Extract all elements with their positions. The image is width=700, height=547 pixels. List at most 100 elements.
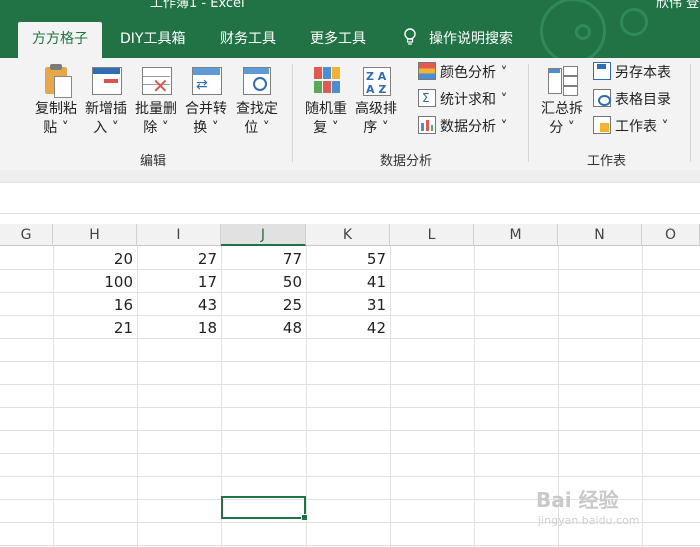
column-header-o[interactable]: O xyxy=(642,224,700,246)
account-name[interactable]: 欣伟 登 xyxy=(656,0,699,11)
cell-i2[interactable]: 17 xyxy=(137,271,221,293)
save-sheet-label: 另存本表 xyxy=(615,65,671,81)
merge-convert-label: 合并转 换 ˅ xyxy=(185,101,227,136)
watermark-logo: Bai 经验 xyxy=(536,488,619,512)
tab-diy-toolbox[interactable]: DIY工具箱 xyxy=(120,26,185,58)
cell-j4[interactable]: 48 xyxy=(221,317,306,339)
insert-label: 新增插 入 ˅ xyxy=(85,101,127,136)
insert-rows-icon xyxy=(90,64,122,96)
grid-line xyxy=(0,476,700,477)
group-separator xyxy=(690,64,691,162)
cell-j3[interactable]: 25 xyxy=(221,294,306,316)
color-analysis-label: 颜色分析 ˅ xyxy=(440,65,508,81)
grid-line xyxy=(0,384,700,385)
ribbon: 复制粘 贴 ˅ 新增插 入 ˅ ✕ 批量删 除 ˅ ⇄ 合并转 换 ˅ 查找定 … xyxy=(0,58,700,171)
advanced-sort-button[interactable]: Z A A Z 高级排 序 ˅ xyxy=(352,64,400,138)
lightbulb-icon xyxy=(404,28,416,45)
random-icon xyxy=(310,64,342,96)
advanced-sort-label: 高级排 序 ˅ xyxy=(355,101,397,136)
summary-split-button[interactable]: 汇总拆 分 ˅ xyxy=(538,64,586,138)
data-analysis-button[interactable]: 数据分析 ˅ xyxy=(418,116,507,138)
random-repeat-button[interactable]: 随机重 复 ˅ xyxy=(302,64,350,138)
cell-k3[interactable]: 31 xyxy=(306,294,390,316)
tell-me-search[interactable]: 操作说明搜索 xyxy=(403,26,513,58)
grid-line xyxy=(0,361,700,362)
grid-line xyxy=(0,545,700,546)
delete-rows-icon: ✕ xyxy=(140,64,172,96)
column-header-h[interactable]: H xyxy=(53,224,137,246)
clipboard-icon xyxy=(40,64,72,98)
random-repeat-label: 随机重 复 ˅ xyxy=(305,101,347,136)
cell-i4[interactable]: 18 xyxy=(137,317,221,339)
find-locate-button[interactable]: 查找定 位 ˅ xyxy=(233,64,281,138)
cell-h2[interactable]: 100 xyxy=(53,271,137,293)
sum-label: 统计求和 ˅ xyxy=(440,92,508,108)
window-title: 工作簿1 - Excel xyxy=(150,0,245,11)
insert-button[interactable]: 新增插 入 ˅ xyxy=(82,64,130,138)
decorative-circle xyxy=(620,8,648,36)
grid-line xyxy=(0,430,700,431)
group-label-worksheet: 工作表 xyxy=(587,154,627,169)
column-header-n[interactable]: N xyxy=(558,224,642,246)
find-locate-label: 查找定 位 ˅ xyxy=(236,101,278,136)
sum-button[interactable]: Σ 统计求和 ˅ xyxy=(418,89,507,111)
table-directory-button[interactable]: 表格目录 xyxy=(593,89,671,111)
copy-paste-label: 复制粘 贴 ˅ xyxy=(35,101,77,136)
active-cell[interactable] xyxy=(221,496,308,521)
sum-icon: Σ xyxy=(418,89,436,107)
worksheet-button[interactable]: 工作表 ˅ xyxy=(593,116,668,138)
decorative-circle xyxy=(540,0,606,64)
batch-delete-button[interactable]: ✕ 批量删 除 ˅ xyxy=(132,64,180,138)
column-header-l[interactable]: L xyxy=(390,224,474,246)
merge-convert-icon: ⇄ xyxy=(190,64,222,96)
ribbon-gap xyxy=(0,170,700,182)
color-analysis-button[interactable]: 颜色分析 ˅ xyxy=(418,62,507,84)
column-header-m[interactable]: M xyxy=(474,224,558,246)
table-directory-icon xyxy=(593,89,611,107)
worksheet-label: 工作表 ˅ xyxy=(615,119,669,135)
copy-paste-button[interactable]: 复制粘 贴 ˅ xyxy=(32,64,80,138)
grid-line xyxy=(0,407,700,408)
cell-h4[interactable]: 21 xyxy=(53,317,137,339)
cell-j2[interactable]: 50 xyxy=(221,271,306,293)
find-locate-icon xyxy=(241,64,273,96)
cell-h3[interactable]: 16 xyxy=(53,294,137,316)
column-header-k[interactable]: K xyxy=(306,224,390,246)
cell-h1[interactable]: 20 xyxy=(53,248,137,270)
group-label-edit: 编辑 xyxy=(140,154,167,169)
cell-i3[interactable]: 43 xyxy=(137,294,221,316)
worksheet-icon xyxy=(593,116,611,134)
grid-line xyxy=(0,453,700,454)
data-analysis-label: 数据分析 ˅ xyxy=(440,119,508,135)
tab-fangfang[interactable]: 方方格子 xyxy=(18,22,102,58)
cell-i1[interactable]: 27 xyxy=(137,248,221,270)
sort-az-icon: Z A A Z xyxy=(360,64,392,96)
cell-j1[interactable]: 77 xyxy=(221,248,306,270)
tab-more-tools[interactable]: 更多工具 xyxy=(310,26,366,58)
ribbon-tab-bar: 方方格子 DIY工具箱 财务工具 更多工具 操作说明搜索 xyxy=(0,0,700,64)
fill-handle[interactable] xyxy=(301,514,308,521)
save-sheet-icon xyxy=(593,62,611,80)
tell-me-label: 操作说明搜索 xyxy=(429,31,513,47)
group-separator xyxy=(292,64,293,162)
save-sheet-button[interactable]: 另存本表 xyxy=(593,62,671,84)
column-header-j[interactable]: J xyxy=(221,224,306,246)
cell-k4[interactable]: 42 xyxy=(306,317,390,339)
column-header-i[interactable]: I xyxy=(137,224,221,246)
decorative-circle xyxy=(575,24,591,40)
table-directory-label: 表格目录 xyxy=(615,92,671,108)
summary-split-icon xyxy=(546,64,578,96)
watermark-url: jingyan.baidu.com xyxy=(538,514,640,527)
summary-split-label: 汇总拆 分 ˅ xyxy=(541,101,583,136)
color-analysis-icon xyxy=(418,62,436,80)
group-label-data-analysis: 数据分析 xyxy=(380,154,433,169)
data-analysis-icon xyxy=(418,116,436,134)
merge-convert-button[interactable]: ⇄ 合并转 换 ˅ xyxy=(182,64,230,138)
formula-bar[interactable] xyxy=(0,182,700,214)
tab-finance-tools[interactable]: 财务工具 xyxy=(220,26,276,58)
group-separator xyxy=(528,64,529,162)
cell-k2[interactable]: 41 xyxy=(306,271,390,293)
column-header-g[interactable]: G xyxy=(0,224,53,246)
batch-delete-label: 批量删 除 ˅ xyxy=(135,101,177,136)
cell-k1[interactable]: 57 xyxy=(306,248,390,270)
